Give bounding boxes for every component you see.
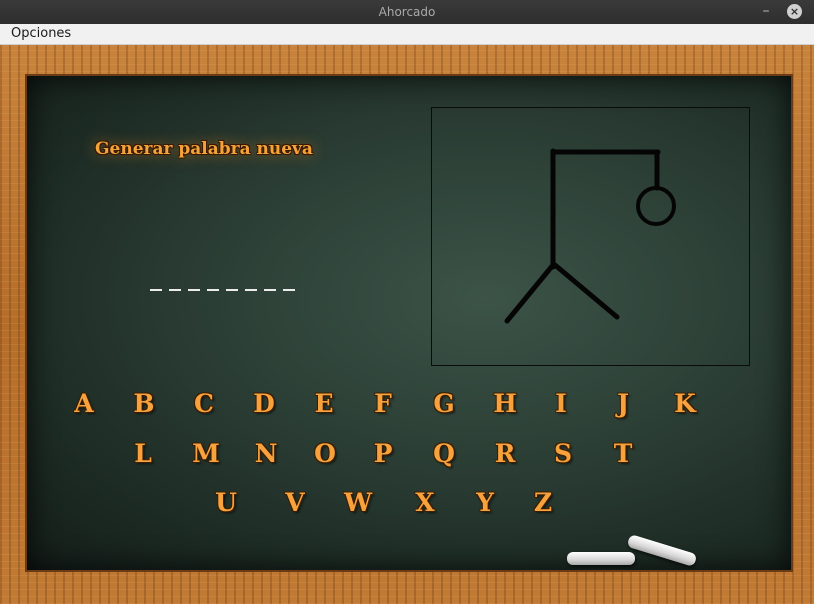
chalk-piece-1 xyxy=(567,552,635,565)
menu-bar: Opciones xyxy=(0,24,814,45)
letter-button-l[interactable]: L xyxy=(125,438,161,470)
letter-button-i[interactable]: I xyxy=(543,388,579,420)
word-slot xyxy=(283,289,295,291)
letter-button-z[interactable]: Z xyxy=(525,487,561,519)
letter-button-p[interactable]: P xyxy=(365,438,401,470)
letter-button-j[interactable]: J xyxy=(605,388,641,420)
letter-button-b[interactable]: B xyxy=(126,388,162,420)
letter-button-r[interactable]: R xyxy=(487,438,523,470)
hangman-drawing xyxy=(431,107,750,366)
letter-button-y[interactable]: Y xyxy=(467,487,503,519)
letter-button-t[interactable]: T xyxy=(605,438,641,470)
minimize-button[interactable]: – xyxy=(757,2,775,20)
letter-button-n[interactable]: N xyxy=(248,438,284,470)
letter-button-q[interactable]: Q xyxy=(426,438,462,470)
gallows-graphic xyxy=(504,148,676,324)
word-slot xyxy=(226,289,238,291)
letter-button-v[interactable]: V xyxy=(277,487,313,519)
generate-word-button[interactable]: Generar palabra nueva xyxy=(95,139,313,159)
letter-button-s[interactable]: S xyxy=(545,438,581,470)
word-slot xyxy=(150,289,162,291)
word-slot xyxy=(169,289,181,291)
letter-button-g[interactable]: G xyxy=(426,388,462,420)
letter-button-a[interactable]: A xyxy=(66,388,102,420)
letter-button-x[interactable]: X xyxy=(407,487,443,519)
word-slots xyxy=(150,279,295,291)
word-slot xyxy=(245,289,257,291)
close-button[interactable]: × xyxy=(787,4,802,19)
hangman-left-leg xyxy=(504,262,556,324)
hangman-head xyxy=(636,186,676,226)
letter-button-e[interactable]: E xyxy=(306,388,342,420)
word-slot xyxy=(207,289,219,291)
menu-opciones[interactable]: Opciones xyxy=(6,26,76,42)
hangman-right-leg xyxy=(552,262,620,320)
word-slot xyxy=(188,289,200,291)
letter-button-d[interactable]: D xyxy=(246,388,282,420)
letter-button-u[interactable]: U xyxy=(208,487,244,519)
title-bar: Ahorcado – × xyxy=(0,0,814,24)
word-slot xyxy=(264,289,276,291)
window-title: Ahorcado xyxy=(378,5,436,19)
letter-button-f[interactable]: F xyxy=(365,388,401,420)
letter-button-c[interactable]: C xyxy=(186,388,222,420)
letter-button-k[interactable]: K xyxy=(667,388,703,420)
letter-button-o[interactable]: O xyxy=(307,438,343,470)
letter-button-w[interactable]: W xyxy=(340,487,376,519)
letter-button-m[interactable]: M xyxy=(188,438,224,470)
letter-button-h[interactable]: H xyxy=(487,388,523,420)
